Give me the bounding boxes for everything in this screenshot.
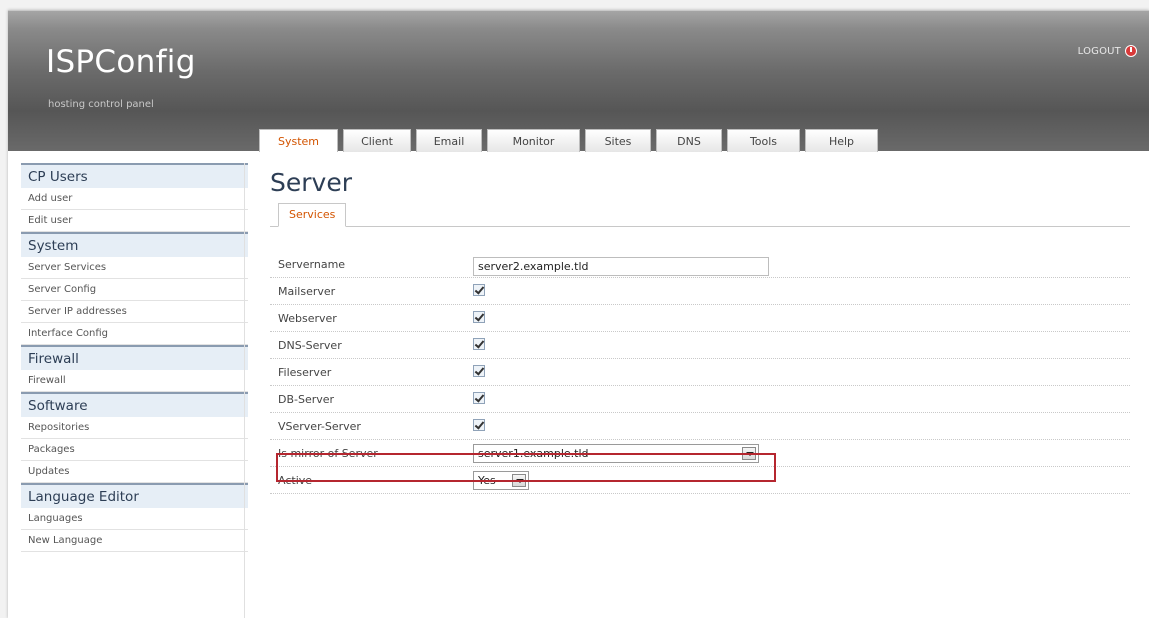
tab-tools[interactable]: Tools bbox=[727, 129, 800, 152]
sidebar-heading-software: Software bbox=[21, 392, 248, 417]
form-row-mailserver: Mailserver bbox=[270, 278, 1130, 305]
chevron-down-icon bbox=[742, 447, 756, 460]
tab-sites[interactable]: Sites bbox=[585, 129, 651, 152]
form-row-mirror-of-server: Is mirror of Server server1.example.tld bbox=[270, 440, 1130, 467]
tab-email[interactable]: Email bbox=[416, 129, 482, 152]
db-server-checkbox[interactable] bbox=[473, 392, 485, 404]
logout-button[interactable]: LOGOUT bbox=[1078, 45, 1137, 57]
mirror-of-server-select[interactable]: server1.example.tld bbox=[473, 444, 759, 463]
sidebar-heading-firewall: Firewall bbox=[21, 345, 248, 370]
main-tabs: System Client Email Monitor Sites DNS To… bbox=[259, 129, 878, 152]
webserver-label: Webserver bbox=[278, 312, 337, 325]
sidebar-item-repositories[interactable]: Repositories bbox=[21, 417, 248, 439]
mailserver-checkbox[interactable] bbox=[473, 284, 485, 296]
active-select[interactable]: Yes bbox=[473, 471, 529, 490]
active-value: Yes bbox=[478, 474, 496, 487]
vserver-server-checkbox[interactable] bbox=[473, 419, 485, 431]
sidebar-heading-system: System bbox=[21, 232, 248, 257]
sidebar-item-packages[interactable]: Packages bbox=[21, 439, 248, 461]
sidebar-item-edit-user[interactable]: Edit user bbox=[21, 210, 248, 232]
sidebar-item-new-language[interactable]: New Language bbox=[21, 530, 248, 552]
sidebar-item-add-user[interactable]: Add user bbox=[21, 188, 248, 210]
sidebar-item-updates[interactable]: Updates bbox=[21, 461, 248, 483]
page-title: Server bbox=[270, 168, 352, 197]
sidebar-item-server-services[interactable]: Server Services bbox=[21, 257, 248, 279]
fileserver-label: Fileserver bbox=[278, 366, 332, 379]
fileserver-checkbox[interactable] bbox=[473, 365, 485, 377]
sidebar-item-interface-config[interactable]: Interface Config bbox=[21, 323, 248, 345]
sidebar-heading-language-editor: Language Editor bbox=[21, 483, 248, 508]
server-form: Servername Mailserver Webserver DNS-Serv… bbox=[270, 251, 1130, 494]
subtab-bar: Services bbox=[270, 203, 1130, 227]
vserver-server-label: VServer-Server bbox=[278, 420, 361, 433]
form-row-fileserver: Fileserver bbox=[270, 359, 1130, 386]
mirror-of-server-label: Is mirror of Server bbox=[278, 447, 378, 460]
db-server-label: DB-Server bbox=[278, 393, 335, 406]
app-window: ISPConfig hosting control panel LOGOUT S… bbox=[8, 10, 1149, 618]
tab-client[interactable]: Client bbox=[343, 129, 411, 152]
tab-help[interactable]: Help bbox=[805, 129, 878, 152]
form-row-db-server: DB-Server bbox=[270, 386, 1130, 413]
tab-dns[interactable]: DNS bbox=[656, 129, 722, 152]
servername-input[interactable] bbox=[473, 257, 769, 276]
chevron-down-icon bbox=[512, 474, 526, 487]
servername-label: Servername bbox=[278, 258, 346, 271]
sidebar-item-server-ip-addresses[interactable]: Server IP addresses bbox=[21, 301, 248, 323]
app-logo: ISPConfig bbox=[46, 44, 196, 80]
dns-server-label: DNS-Server bbox=[278, 339, 342, 352]
sidebar-item-languages[interactable]: Languages bbox=[21, 508, 248, 530]
sidebar-divider bbox=[244, 163, 245, 618]
header-bar: ISPConfig hosting control panel LOGOUT S… bbox=[8, 10, 1149, 152]
sidebar-item-firewall[interactable]: Firewall bbox=[21, 370, 248, 392]
sidebar-item-server-config[interactable]: Server Config bbox=[21, 279, 248, 301]
logout-label: LOGOUT bbox=[1077, 45, 1121, 57]
form-row-dns-server: DNS-Server bbox=[270, 332, 1130, 359]
power-icon bbox=[1125, 45, 1137, 57]
sidebar-nav: CP Users Add user Edit user System Serve… bbox=[21, 163, 248, 552]
sidebar-heading-cp-users: CP Users bbox=[21, 163, 248, 188]
tab-system[interactable]: System bbox=[259, 129, 338, 152]
app-tagline: hosting control panel bbox=[48, 99, 154, 110]
active-label: Active bbox=[278, 474, 313, 487]
webserver-checkbox[interactable] bbox=[473, 311, 485, 323]
mirror-of-server-value: server1.example.tld bbox=[478, 447, 589, 460]
form-row-vserver-server: VServer-Server bbox=[270, 413, 1130, 440]
tab-monitor[interactable]: Monitor bbox=[487, 129, 580, 152]
mailserver-label: Mailserver bbox=[278, 285, 336, 298]
dns-server-checkbox[interactable] bbox=[473, 338, 485, 350]
form-row-active: Active Yes bbox=[270, 467, 1130, 494]
subtab-services[interactable]: Services bbox=[278, 203, 347, 227]
form-row-webserver: Webserver bbox=[270, 305, 1130, 332]
form-row-servername: Servername bbox=[270, 251, 1130, 278]
